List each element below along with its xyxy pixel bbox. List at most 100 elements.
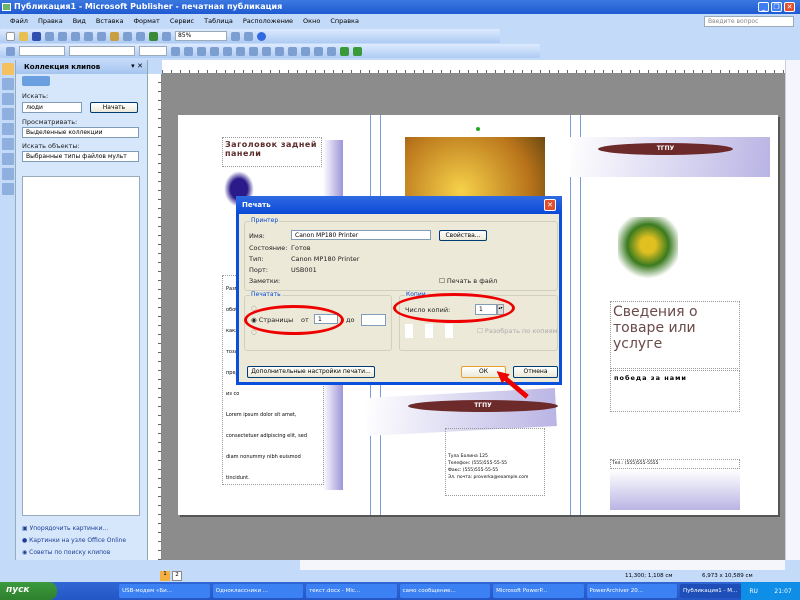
collate-checkbox[interactable]: ☐ Разобрать по копиям [477,327,558,335]
menu-table[interactable]: Таблица [204,17,233,25]
copy-icon[interactable] [97,31,106,41]
to-page-input[interactable] [361,314,386,326]
rectangle-tool-icon[interactable] [2,183,14,195]
menu-format[interactable]: Формат [133,17,159,25]
printer-name-select[interactable]: Canon MP180 Printer [291,230,431,240]
browse-select[interactable]: Выделенные коллекции [22,127,139,138]
properties-button[interactable]: Свойства... [439,230,487,241]
horizontal-scrollbar[interactable] [300,560,785,570]
bullets-icon[interactable] [275,46,284,56]
undo-icon[interactable] [123,31,132,41]
paste-icon[interactable] [110,31,119,41]
restore-button[interactable]: ❐ [771,2,782,12]
wordart-tool-icon[interactable] [2,108,14,120]
vertical-scrollbar[interactable] [785,60,800,560]
menu-window[interactable]: Окно [303,17,320,25]
taskbar-item[interactable]: текст.docx - Mic... [306,584,397,598]
align-left-icon[interactable] [210,46,219,56]
advanced-settings-button[interactable]: Дополнительные настройки печати... [247,366,375,378]
back-panel-title[interactable]: Заголовок задней панели [222,137,322,167]
zoom-select[interactable]: 85% [175,31,227,41]
language-indicator[interactable]: RU [749,588,758,595]
objects-select[interactable]: Выбранные типы файлов мульт [22,151,139,162]
shadow-icon[interactable] [340,46,349,56]
horizontal-ruler[interactable] [162,60,785,74]
line-style-icon[interactable] [327,46,336,56]
info-title[interactable]: Сведения о товаре или услуге [610,301,740,369]
justify-icon[interactable] [249,46,258,56]
menu-view[interactable]: Вид [73,17,86,25]
taskbar-item-active[interactable]: Публикация1 - M... [680,584,742,598]
preview-icon[interactable] [58,31,67,41]
office-online-clips-link[interactable]: ● Картинки на узле Office Online [22,535,126,547]
cut-icon[interactable] [84,31,93,41]
select-tool-icon[interactable] [2,63,14,75]
style-select[interactable] [19,46,65,56]
table-tool-icon[interactable] [2,93,14,105]
minimize-button[interactable]: _ [758,2,769,12]
clip-search-tips-link[interactable]: ◉ Советы по поиску клипов [22,547,126,559]
taskbar-item[interactable]: само сообщение... [399,584,491,598]
underline-icon[interactable] [197,46,206,56]
taskbar-item[interactable]: Microsoft PowerP... [493,584,584,598]
sunflower-clipart[interactable] [618,217,678,287]
open-icon[interactable] [19,31,28,41]
menu-arrange[interactable]: Расположение [243,17,293,25]
styles-icon[interactable] [6,46,15,56]
page-1-button[interactable]: 1 [160,571,170,581]
clip-results-area[interactable] [22,176,140,516]
taskbar-item[interactable]: PowerArchiver 20... [586,584,678,598]
menu-insert[interactable]: Вставка [96,17,124,25]
help-icon[interactable] [257,31,266,41]
align-center-icon[interactable] [223,46,232,56]
menu-tools[interactable]: Сервис [170,17,194,25]
picture-tool-icon[interactable] [2,123,14,135]
bold-icon[interactable] [171,46,180,56]
right-phone[interactable]: Тел.: (555)555-5555 [610,459,740,469]
contact-info[interactable]: Тула Болина 125 Телефон: (555)555-55-55 Фа… [445,428,545,496]
font-size-select[interactable] [139,46,167,56]
new-icon[interactable] [6,31,15,41]
zoom-out-icon[interactable] [231,31,240,41]
menu-help[interactable]: Справка [330,17,359,25]
page-2-button[interactable]: 2 [172,571,182,581]
start-button[interactable]: пуск [0,582,58,600]
organize-clips-link[interactable]: ▣ Упорядочить картинки... [22,523,126,535]
font-color-icon[interactable] [314,46,323,56]
font-select[interactable] [69,46,135,56]
fill-color-icon[interactable] [288,46,297,56]
3d-icon[interactable] [353,46,362,56]
arrow-tool-icon[interactable] [2,153,14,165]
task-pane-nav-icons[interactable] [22,76,50,86]
hyperlink-icon[interactable] [149,31,158,41]
line-tool-icon[interactable] [2,138,14,150]
print-icon[interactable] [45,31,54,41]
banner-middle[interactable]: ТГПУ [408,400,558,412]
rotate-handle[interactable] [476,127,480,131]
line-color-icon[interactable] [301,46,310,56]
banner-right[interactable]: ТГПУ [598,143,733,155]
menu-file[interactable]: Файл [10,17,28,25]
menu-edit[interactable]: Правка [38,17,63,25]
pilcrow-icon[interactable] [162,31,171,41]
cancel-button[interactable]: Отмена [513,366,558,378]
zoom-in-icon[interactable] [244,31,253,41]
taskbar-item[interactable]: Одноклассники ... [212,584,304,598]
print-to-file-checkbox[interactable]: ☐ Печать в файл [439,277,497,285]
save-icon[interactable] [32,31,41,41]
close-button[interactable]: ✕ [784,2,795,12]
italic-icon[interactable] [184,46,193,56]
vertical-ruler[interactable] [148,74,162,560]
align-right-icon[interactable] [236,46,245,56]
spelling-icon[interactable] [71,31,80,41]
redo-icon[interactable] [136,31,145,41]
search-input[interactable]: люди [22,102,82,113]
dialog-close-button[interactable]: ✕ [544,199,556,211]
task-pane-close-icon[interactable]: ▾ ✕ [131,62,143,70]
search-go-button[interactable]: Начать [90,102,138,113]
text-box-tool-icon[interactable] [2,78,14,90]
oval-tool-icon[interactable] [2,168,14,180]
help-search-input[interactable]: Введите вопрос [704,16,794,27]
slogan-text[interactable]: победа за нами [610,370,740,412]
numbering-icon[interactable] [262,46,271,56]
